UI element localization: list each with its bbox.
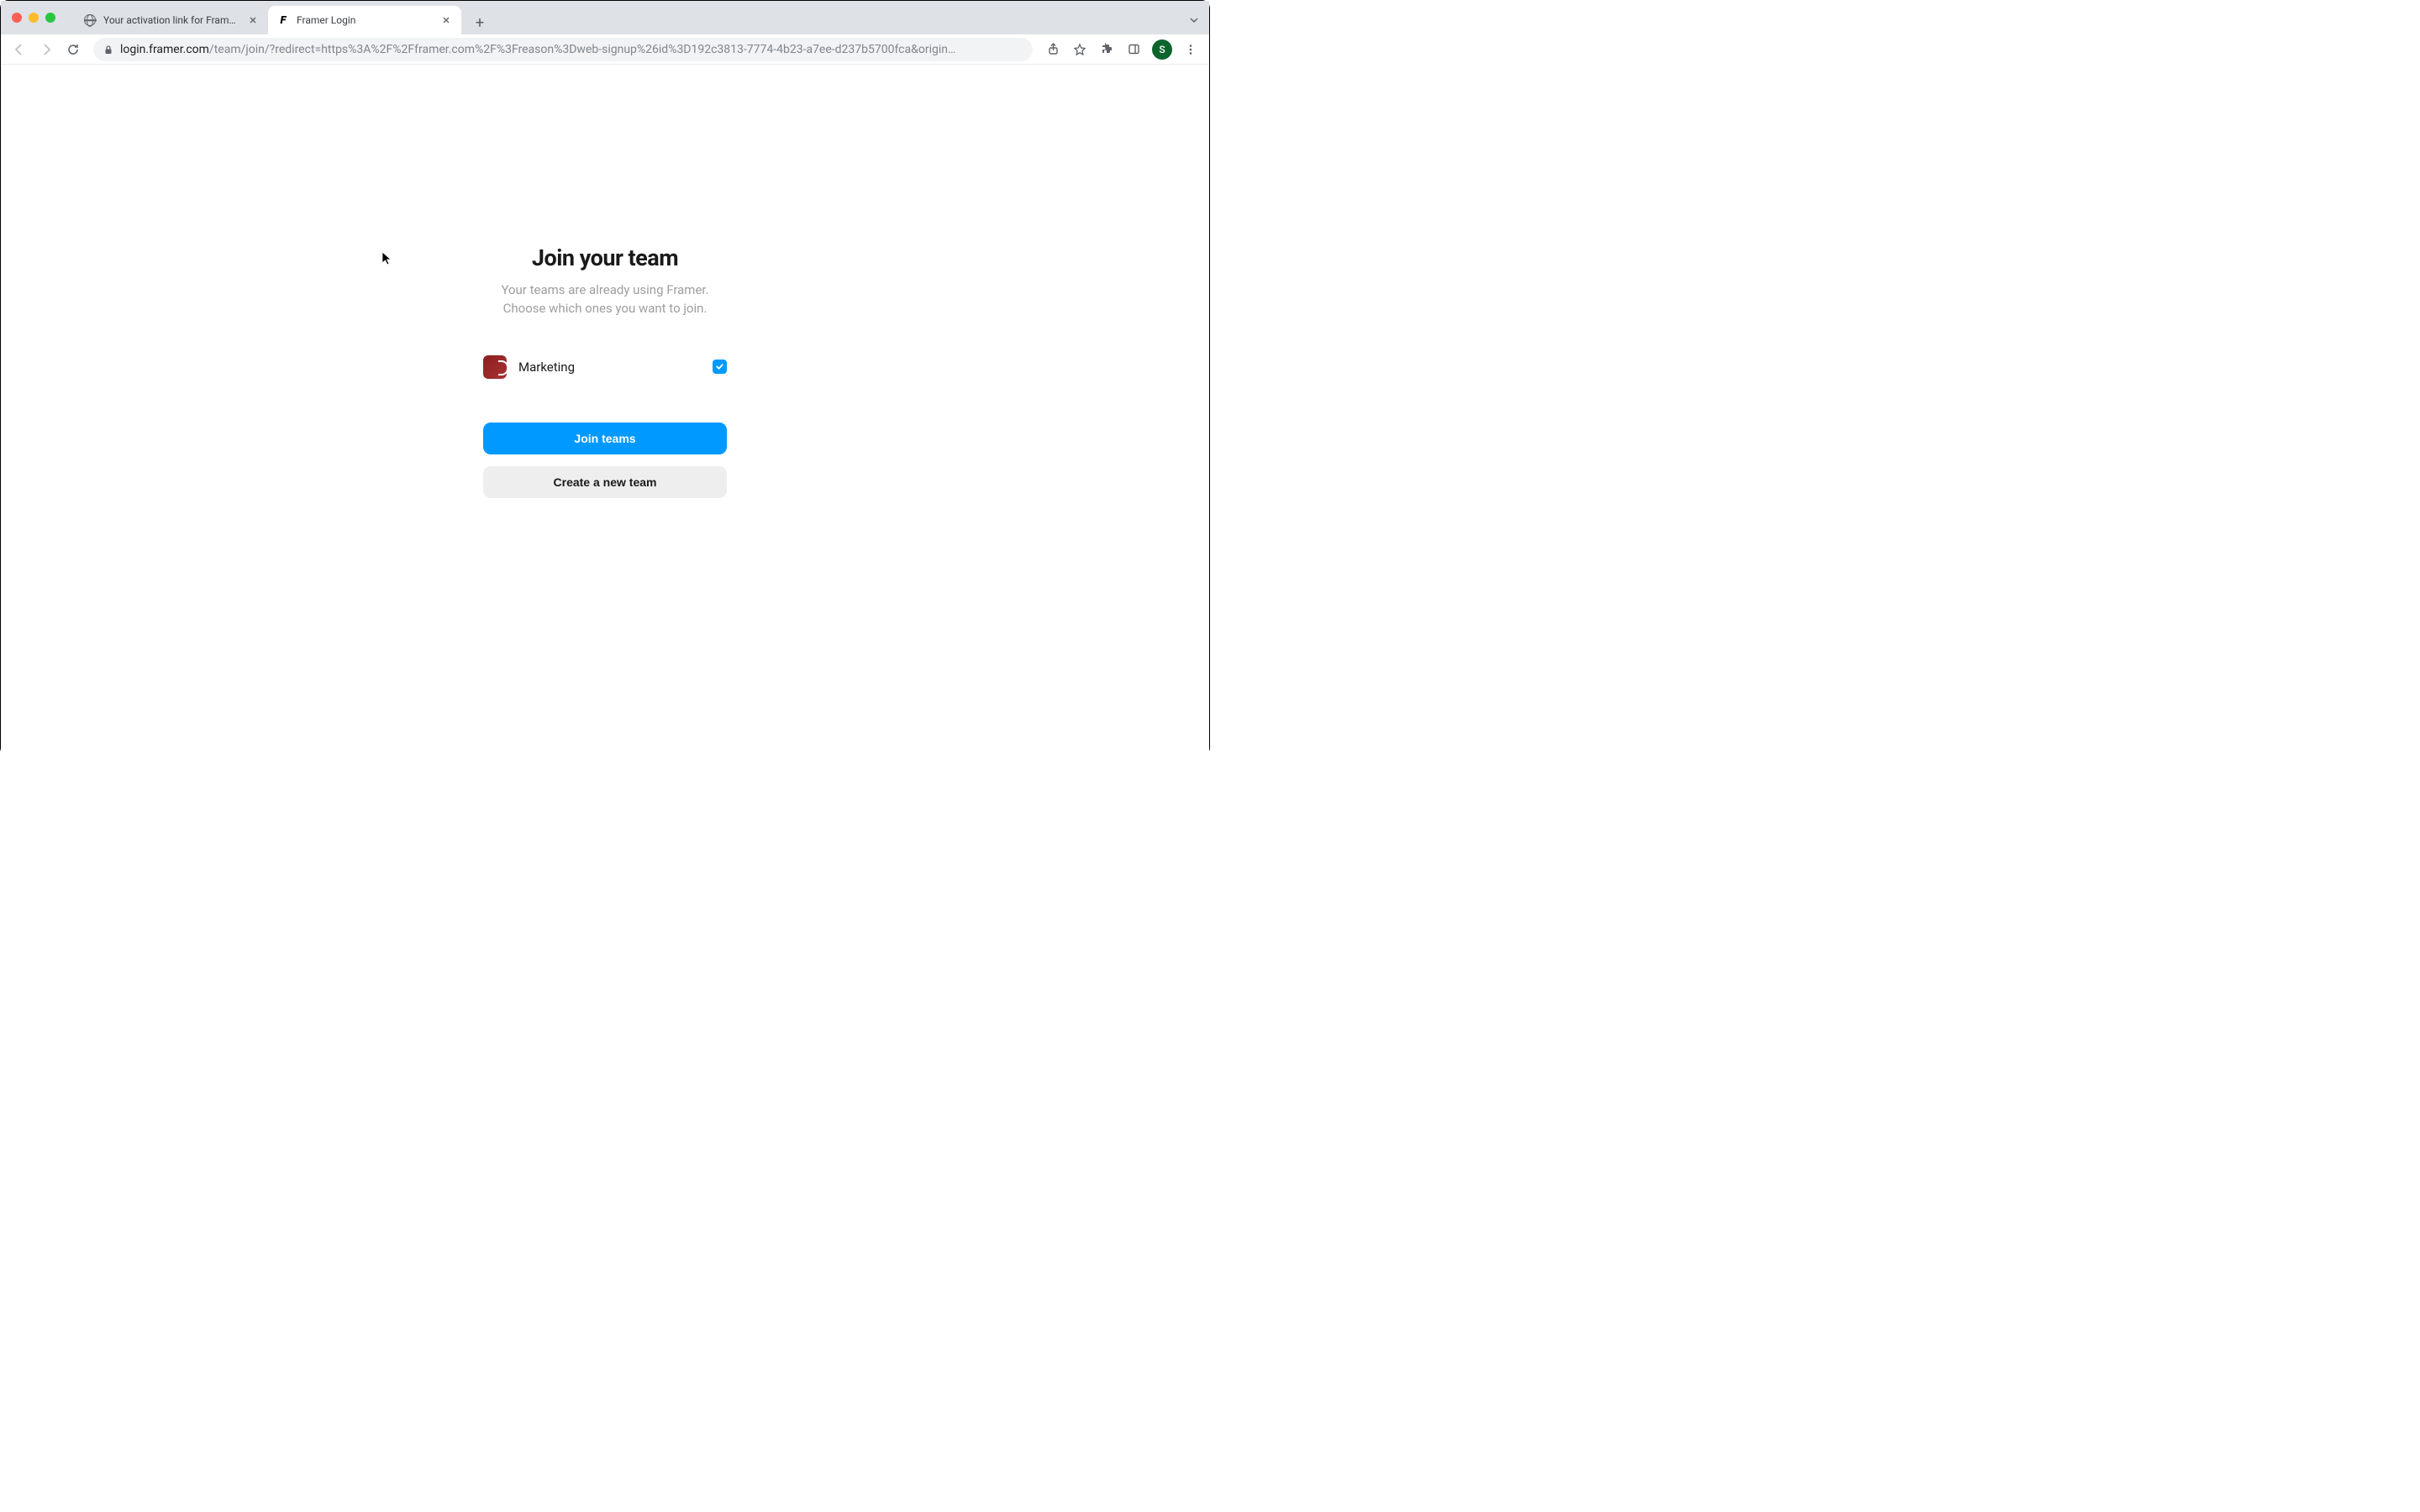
team-checkbox[interactable] bbox=[713, 360, 727, 374]
team-name: Marketing bbox=[518, 360, 701, 375]
url-text: login.framer.com/team/join/?redirect=htt… bbox=[120, 43, 1023, 56]
new-tab-button[interactable]: + bbox=[468, 11, 492, 34]
window-maximize-button[interactable] bbox=[45, 13, 55, 23]
bookmark-icon[interactable] bbox=[1068, 38, 1092, 61]
page-title: Join your team bbox=[532, 244, 678, 271]
browser-tab-strip: Your activation link for Framer. F Frame… bbox=[1, 1, 1209, 34]
browser-tab-1[interactable]: F Framer Login bbox=[268, 6, 461, 34]
reload-button[interactable] bbox=[61, 38, 85, 61]
profile-initial: S bbox=[1159, 44, 1165, 55]
share-icon[interactable] bbox=[1041, 38, 1065, 61]
tab-close-button[interactable] bbox=[246, 13, 260, 27]
framer-icon: F bbox=[276, 13, 290, 27]
tabs-dropdown-button[interactable] bbox=[1189, 13, 1199, 29]
side-panel-icon[interactable] bbox=[1122, 38, 1145, 61]
address-bar[interactable]: login.framer.com/team/join/?redirect=htt… bbox=[93, 38, 1033, 61]
menu-icon[interactable] bbox=[1179, 38, 1202, 61]
cursor-icon bbox=[381, 251, 393, 266]
team-avatar-icon bbox=[483, 355, 507, 379]
tab-close-button[interactable] bbox=[439, 13, 453, 27]
page-subtitle: Your teams are already using Framer. Cho… bbox=[501, 281, 708, 318]
tab-title: Your activation link for Framer. bbox=[103, 14, 239, 26]
browser-tab-0[interactable]: Your activation link for Framer. bbox=[75, 6, 268, 34]
window-controls bbox=[12, 13, 55, 23]
globe-icon bbox=[83, 13, 97, 27]
extensions-icon[interactable] bbox=[1095, 38, 1118, 61]
back-button[interactable] bbox=[8, 38, 31, 61]
browser-toolbar: login.framer.com/team/join/?redirect=htt… bbox=[1, 34, 1209, 65]
join-teams-button[interactable]: Join teams bbox=[483, 423, 727, 454]
create-team-button[interactable]: Create a new team bbox=[483, 466, 727, 498]
join-team-dialog: Join your team Your teams are already us… bbox=[483, 244, 727, 510]
team-row[interactable]: Marketing bbox=[483, 355, 727, 379]
profile-avatar[interactable]: S bbox=[1152, 39, 1172, 60]
window-close-button[interactable] bbox=[12, 13, 22, 23]
window-minimize-button[interactable] bbox=[29, 13, 39, 23]
tab-title: Framer Login bbox=[297, 14, 433, 26]
tabs-container: Your activation link for Framer. F Frame… bbox=[75, 1, 492, 34]
lock-icon bbox=[103, 45, 113, 55]
page-content: Join your team Your teams are already us… bbox=[1, 65, 1209, 757]
forward-button[interactable] bbox=[34, 38, 58, 61]
